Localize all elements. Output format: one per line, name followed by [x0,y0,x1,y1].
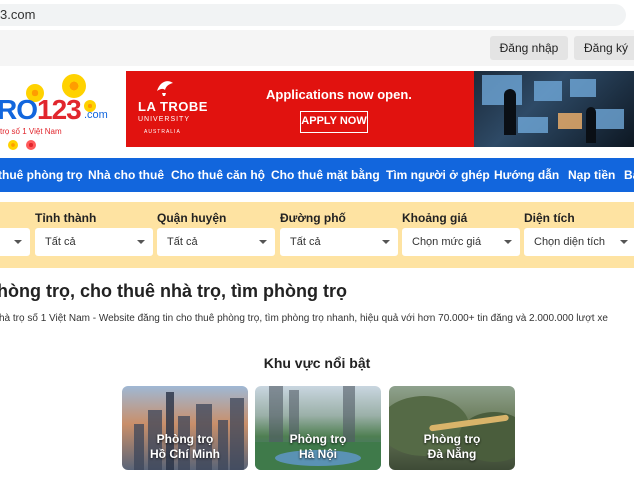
nav-item-can-ho[interactable]: Cho thuê căn hộ [171,158,265,192]
banner-photo [474,71,634,147]
chevron-down-icon [259,240,267,244]
region-card-line1: Phòng trọ [156,432,214,446]
filter-label-street: Đường phố [280,211,346,225]
nav-item-phong-tro[interactable]: thuê phòng trọ [0,158,83,192]
banner-brand: LA TROBE [138,99,208,114]
filter-select-province[interactable]: Tất cả [35,228,153,256]
region-card-hanoi[interactable]: Phòng trọ Hà Nội [255,386,381,470]
region-card-line1: Phòng trọ [423,432,481,446]
nav-item-nap-tien[interactable]: Nạp tiền [568,158,615,192]
region-card-danang[interactable]: Phòng trọ Đà Nẵng [389,386,515,470]
logo-tagline: trọ số 1 Việt Nam [0,127,62,136]
top-auth-bar: Đăng nhập Đăng ký [0,30,634,66]
region-card-line2: Đà Nẵng [427,447,477,461]
nav-item-o-ghep[interactable]: Tìm người ở ghép [386,158,490,192]
chevron-down-icon [620,240,628,244]
url-text: 3.com [0,7,36,22]
chevron-down-icon [504,240,512,244]
filter-select-type[interactable] [0,228,30,256]
section-title: Khu vực nổi bật [263,355,371,371]
register-button[interactable]: Đăng ký [574,36,634,60]
filter-value-province: Tất cả [45,236,76,248]
filter-label-price: Khoảng giá [402,211,468,225]
la-trobe-logo-icon [157,81,173,96]
apply-now-button[interactable]: APPLY NOW [300,111,368,133]
nav-item-bang-gia[interactable]: Bả [624,158,634,192]
filter-select-area[interactable]: Chọn diện tích [524,228,634,256]
site-header: RO123 .com trọ số 1 Việt Nam LA TROBE UN… [0,66,634,154]
nav-item-huong-dan[interactable]: Hướng dẫn [494,158,559,192]
flower-icon [26,140,36,150]
filter-value-price: Chọn mức giá [412,236,482,248]
filter-value-district: Tất cả [167,236,198,248]
banner-country: AUSTRALIA [144,129,181,135]
nav-item-nha-cho-thue[interactable]: Nhà cho thuê [88,158,164,192]
logo-word-a: RO [0,94,38,125]
flower-icon [8,140,18,150]
nav-item-mat-bang[interactable]: Cho thuê mặt bằng [271,158,380,192]
filter-value-street: Tất cả [290,236,321,248]
address-field[interactable]: 3.com [0,4,626,26]
browser-url-bar: 3.com [0,0,634,30]
banner-headline: Applications now open. [266,87,412,102]
filter-select-price[interactable]: Chọn mức giá [402,228,520,256]
search-filters: Tỉnh thành Tất cả Quận huyện Tất cả Đườn… [0,202,634,268]
chevron-down-icon [382,240,390,244]
chevron-down-icon [14,240,22,244]
ad-banner[interactable]: LA TROBE UNIVERSITY AUSTRALIA Applicatio… [126,71,634,147]
site-logo[interactable]: RO123 .com trọ số 1 Việt Nam [0,70,120,150]
region-card-line1: Phòng trọ [289,432,347,446]
filter-label-area: Diện tích [524,211,575,225]
region-card-line2: Hà Nội [298,447,337,461]
region-card-hcm[interactable]: Phòng trọ Hồ Chí Minh [122,386,248,470]
logo-wordmark: RO123 [0,94,82,126]
region-card-line2: Hồ Chí Minh [150,447,220,461]
logo-domain: .com [84,109,108,121]
banner-brand-sub: UNIVERSITY [138,116,191,123]
filter-select-street[interactable]: Tất cả [280,228,398,256]
page-description: hà trọ số 1 Việt Nam - Website đăng tin … [0,313,608,324]
filter-label-province: Tỉnh thành [35,211,97,225]
filter-label-district: Quận huyện [157,211,227,225]
filter-select-district[interactable]: Tất cả [157,228,275,256]
filter-value-area: Chọn diện tích [534,236,605,248]
page-title: hòng trọ, cho thuê nhà trọ, tìm phòng tr… [0,281,347,301]
main-nav: thuê phòng trọ Nhà cho thuê Cho thuê căn… [0,158,634,192]
login-button[interactable]: Đăng nhập [490,36,568,60]
logo-word-b: 123 [37,94,82,125]
chevron-down-icon [137,240,145,244]
